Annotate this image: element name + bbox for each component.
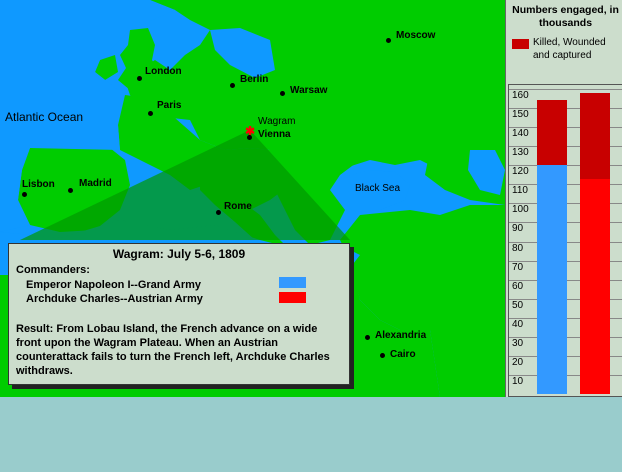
wagram-battle-screen: Moscow London Berlin Warsaw Paris ✱ Wagr… <box>0 0 622 472</box>
bar-casualties-1 <box>580 92 610 179</box>
city-label-paris: Paris <box>157 100 182 111</box>
bar-casualties-0 <box>537 100 567 166</box>
y-tick-label: 30 <box>512 337 524 349</box>
city-label-lisbon: Lisbon <box>22 179 55 190</box>
city-label-warsaw: Warsaw <box>290 85 328 96</box>
y-tick-label: 130 <box>512 147 529 159</box>
y-tick-label: 80 <box>512 242 524 254</box>
y-tick-label: 100 <box>512 204 529 216</box>
alexandria-dot <box>365 335 370 340</box>
y-tick-label: 40 <box>512 318 524 330</box>
y-tick-label: 60 <box>512 280 524 292</box>
madrid-dot <box>68 188 73 193</box>
lisbon-dot <box>22 192 27 197</box>
bar-chart: 10 20 30 40 50 60 70 80 90 100 110 120 130 140 150 160 <box>508 84 622 397</box>
y-tick-label: 120 <box>512 166 529 178</box>
vienna-dot <box>247 135 252 140</box>
y-tick-label: 70 <box>512 261 524 273</box>
city-label-rome: Rome <box>224 201 252 212</box>
rome-dot <box>216 210 221 215</box>
battle-info-box: Wagram: July 5-6, 1809 Commanders: Emper… <box>8 243 350 385</box>
london-dot <box>137 76 142 81</box>
numbers-engaged-panel: Numbers engaged, in thousands Killed, Wo… <box>505 0 622 397</box>
bar-engaged-0 <box>537 165 567 394</box>
legend-swatch-casualties <box>512 39 529 49</box>
french-commander: Emperor Napoleon I--Grand Army <box>26 279 202 291</box>
sea-label-atlantic: Atlantic Ocean <box>5 110 84 124</box>
commanders-label: Commanders: <box>16 264 90 276</box>
y-tick-label: 160 <box>512 90 529 101</box>
y-tick-label: 10 <box>512 375 524 387</box>
sea-label-black-sea: Black Sea <box>355 183 401 194</box>
paris-dot <box>148 111 153 116</box>
city-label-berlin: Berlin <box>240 74 269 85</box>
city-label-madrid: Madrid <box>79 178 112 189</box>
city-label-vienna: Vienna <box>258 129 291 140</box>
french-color-swatch <box>279 277 306 288</box>
moscow-dot <box>386 38 391 43</box>
y-tick-label: 90 <box>512 223 524 235</box>
cairo-dot <box>380 353 385 358</box>
warsaw-dot <box>280 91 285 96</box>
y-tick-label: 140 <box>512 128 529 140</box>
legend-casualties-label: Killed, Wounded and captured <box>533 37 606 61</box>
austrian-color-swatch <box>279 292 306 303</box>
city-label-moscow: Moscow <box>396 30 436 41</box>
y-tick-label: 150 <box>512 109 529 121</box>
battle-result-text: Result: From Lobau Island, the French ad… <box>16 323 330 377</box>
battle-title: Wagram: July 5-6, 1809 <box>112 247 246 261</box>
y-tick-label: 110 <box>512 185 528 197</box>
city-label-cairo: Cairo <box>390 349 416 360</box>
bar-engaged-1 <box>580 178 610 394</box>
austrian-commander: Archduke Charles--Austrian Army <box>26 293 203 305</box>
city-label-london: London <box>145 66 182 77</box>
y-tick-label: 20 <box>512 356 524 368</box>
berlin-dot <box>230 83 235 88</box>
panel-title: Numbers engaged, in thousands <box>512 4 619 29</box>
city-label-alexandria: Alexandria <box>375 330 427 341</box>
city-label-wagram: Wagram <box>258 116 296 127</box>
y-tick-label: 50 <box>512 299 524 311</box>
